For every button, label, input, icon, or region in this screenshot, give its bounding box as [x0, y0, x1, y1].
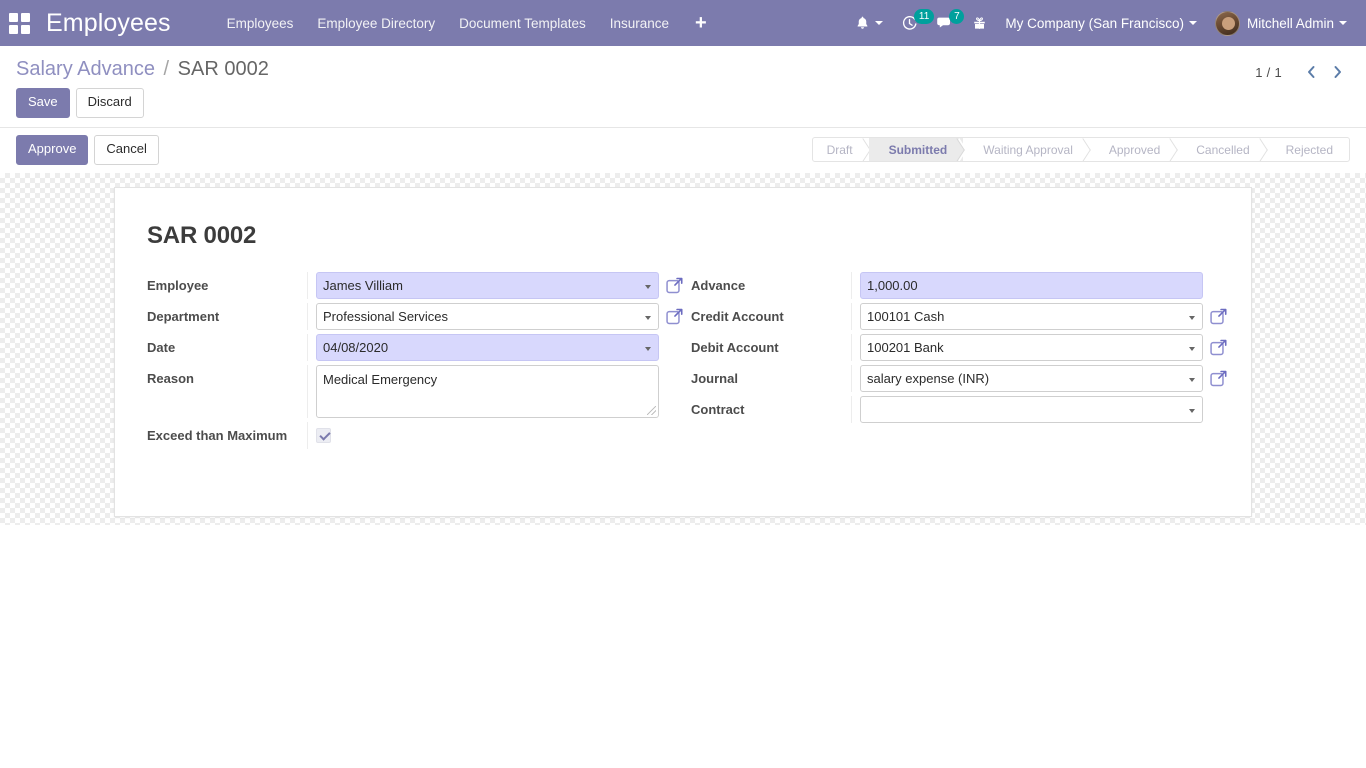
breadcrumb-separator: /	[163, 58, 170, 80]
journal-label: Journal	[691, 370, 738, 386]
employee-label: Employee	[147, 277, 209, 293]
workflow-bar: Approve Cancel Draft Submitted Waiting A…	[0, 126, 1366, 173]
clock-menu-button[interactable]: 11	[892, 0, 934, 46]
form-view-background: SAR 0002 Employee James Villiam Departme…	[0, 173, 1366, 525]
department-internal-link-icon[interactable]	[666, 308, 683, 325]
advance-input[interactable]: 1,000.00	[860, 271, 1203, 299]
bell-icon	[857, 16, 868, 29]
contract-label: Contract	[691, 401, 745, 417]
advance-label: Advance	[691, 277, 746, 293]
page-footer-space	[0, 524, 1366, 768]
add-menu-button[interactable]: +	[681, 0, 721, 46]
chevron-down-icon	[1339, 21, 1347, 25]
journal-internal-link-icon[interactable]	[1210, 370, 1227, 387]
chevron-down-icon	[875, 21, 884, 25]
form-column-left: Employee James Villiam Department Profes…	[147, 271, 683, 453]
top-navbar: Employees Employees Employee Directory D…	[0, 0, 1366, 46]
status-stage-draft[interactable]: Draft	[813, 138, 869, 161]
breadcrumb: Salary Advance / SAR 0002	[16, 55, 269, 81]
field-row-contract: Contract	[691, 395, 1219, 423]
field-row-date: Date 04/08/2020	[147, 333, 675, 361]
field-row-exceed-than-maximum: Exceed than Maximum	[147, 421, 675, 449]
field-row-debit-account: Debit Account 100201 Bank	[691, 333, 1227, 361]
save-button[interactable]: Save	[16, 88, 70, 118]
approve-button[interactable]: Approve	[16, 134, 89, 165]
app-brand-title[interactable]: Employees	[38, 9, 181, 38]
employee-input[interactable]: James Villiam	[316, 271, 659, 299]
journal-input[interactable]: salary expense (INR)	[860, 364, 1203, 392]
debit-account-label: Debit Account	[691, 339, 779, 355]
credit-account-label: Credit Account	[691, 308, 784, 324]
menu-item-document-templates[interactable]: Document Templates	[447, 0, 598, 46]
field-row-department: Department Professional Services	[147, 302, 683, 330]
activities-menu-button[interactable]	[846, 0, 892, 46]
reason-label: Reason	[147, 370, 194, 386]
field-row-employee: Employee James Villiam	[147, 271, 683, 299]
avatar	[1214, 10, 1240, 36]
pager-value: 1 / 1	[1255, 64, 1282, 80]
department-label: Department	[147, 308, 220, 324]
chevron-down-icon	[1188, 21, 1197, 25]
control-panel: Salary Advance / SAR 0002 1 / 1 Save Dis…	[0, 46, 1366, 173]
status-stage-cancelled[interactable]: Cancelled	[1176, 138, 1265, 161]
breadcrumb-current: SAR 0002	[177, 58, 269, 80]
company-switcher[interactable]: My Company (San Francisco)	[996, 0, 1206, 46]
pager-next-button[interactable]	[1324, 60, 1350, 84]
form-column-right: Advance 1,000.00 Credit Account 100101 C…	[683, 271, 1227, 453]
apps-menu-button[interactable]	[0, 0, 38, 46]
credit-account-input[interactable]: 100101 Cash	[860, 302, 1203, 330]
exceed-than-maximum-checkbox[interactable]	[316, 427, 331, 443]
date-label: Date	[147, 339, 176, 355]
debit-account-input[interactable]: 100201 Bank	[860, 333, 1203, 361]
date-input[interactable]: 04/08/2020	[316, 333, 659, 361]
status-stage-approved[interactable]: Approved	[1089, 138, 1176, 161]
user-name-label: Mitchell Admin	[1246, 15, 1334, 31]
field-row-credit-account: Credit Account 100101 Cash	[691, 302, 1227, 330]
breadcrumb-parent-link[interactable]: Salary Advance	[16, 58, 155, 80]
workflow-buttons: Approve Cancel	[16, 134, 159, 165]
field-row-reason: Reason Medical Emergency	[147, 364, 675, 418]
employee-internal-link-icon[interactable]	[666, 277, 683, 294]
exceed-than-maximum-label: Exceed than Maximum	[147, 427, 288, 443]
chevron-right-icon	[1334, 66, 1341, 78]
status-stage-rejected[interactable]: Rejected	[1266, 138, 1349, 161]
menu-item-employees[interactable]: Employees	[215, 0, 306, 46]
edit-action-buttons: Save Discard	[0, 81, 1366, 127]
menu-item-employee-directory[interactable]: Employee Directory	[305, 0, 447, 46]
gift-icon	[974, 17, 986, 29]
apps-grid-icon	[8, 12, 30, 34]
company-name-label: My Company (San Francisco)	[1005, 15, 1184, 31]
department-input[interactable]: Professional Services	[316, 302, 659, 330]
discard-button[interactable]: Discard	[75, 88, 144, 118]
pager-previous-button[interactable]	[1298, 60, 1324, 84]
user-menu-button[interactable]: Mitchell Admin	[1206, 0, 1356, 46]
chevron-left-icon	[1307, 66, 1314, 78]
reason-textarea[interactable]: Medical Emergency	[316, 364, 659, 418]
pager: 1 / 1	[1255, 60, 1350, 84]
field-row-advance: Advance 1,000.00	[691, 271, 1219, 299]
gift-menu-button[interactable]	[963, 0, 996, 46]
menu-item-insurance[interactable]: Insurance	[598, 0, 681, 46]
contract-input[interactable]	[860, 395, 1203, 423]
cancel-button[interactable]: Cancel	[94, 134, 159, 165]
record-title: SAR 0002	[147, 221, 257, 249]
messages-menu-button[interactable]: 7	[927, 0, 965, 46]
systray: 11 7 My Company (San Francisco) Mitchell…	[846, 0, 1366, 46]
main-menu: Employees Employee Directory Document Te…	[215, 0, 721, 46]
status-stage-submitted[interactable]: Submitted	[868, 138, 964, 162]
debit-account-internal-link-icon[interactable]	[1210, 339, 1227, 356]
field-row-journal: Journal salary expense (INR)	[691, 364, 1227, 392]
form-sheet: SAR 0002 Employee James Villiam Departme…	[114, 186, 1252, 517]
status-stage-waiting-approval[interactable]: Waiting Approval	[963, 138, 1089, 161]
credit-account-internal-link-icon[interactable]	[1210, 308, 1227, 325]
status-pipeline: Draft Submitted Waiting Approval Approve…	[811, 137, 1350, 163]
messages-badge-count: 7	[949, 9, 965, 24]
form-columns: Employee James Villiam Department Profes…	[147, 271, 1227, 453]
